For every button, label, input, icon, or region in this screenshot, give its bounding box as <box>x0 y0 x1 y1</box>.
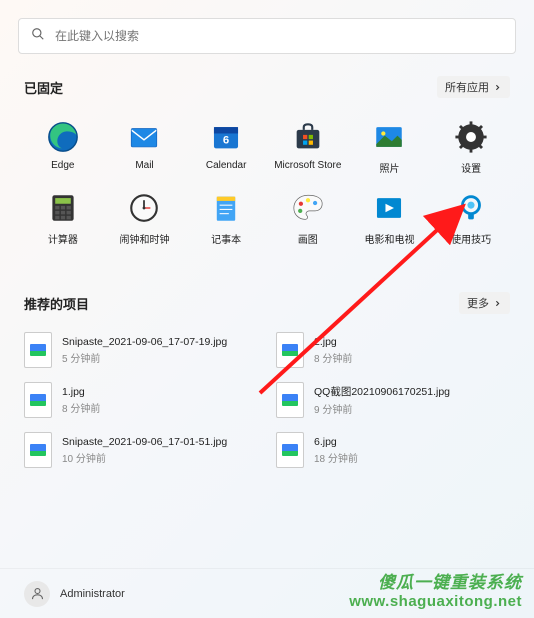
recommended-name: Snipaste_2021-09-06_17-07-19.jpg <box>62 336 227 348</box>
recommended-title: 推荐的项目 <box>24 294 89 313</box>
recommended-name: 6.jpg <box>314 436 358 448</box>
app-photos[interactable]: 照片 <box>351 116 429 179</box>
search-bar[interactable] <box>18 18 516 54</box>
recommended-list: Snipaste_2021-09-06_17-07-19.jpg 5 分钟前 2… <box>24 332 510 468</box>
app-label: Calendar <box>206 160 247 171</box>
recommended-name: Snipaste_2021-09-06_17-01-51.jpg <box>62 436 227 448</box>
gear-icon <box>454 120 488 154</box>
app-tips[interactable]: 使用技巧 <box>432 187 510 250</box>
recommended-time: 18 分钟前 <box>314 450 358 465</box>
app-store[interactable]: Microsoft Store <box>269 116 347 179</box>
recommended-time: 10 分钟前 <box>62 450 227 465</box>
recommended-text: Snipaste_2021-09-06_17-07-19.jpg 5 分钟前 <box>62 336 227 365</box>
recommended-time: 8 分钟前 <box>62 400 100 415</box>
recommended-text: 6.jpg 18 分钟前 <box>314 436 358 465</box>
app-label: Edge <box>51 160 74 171</box>
recommended-item[interactable]: 6.jpg 18 分钟前 <box>276 432 510 468</box>
tips-icon <box>454 191 488 225</box>
footer: Administrator <box>0 568 534 618</box>
app-clock[interactable]: 闹钟和时钟 <box>106 187 184 250</box>
app-label: 使用技巧 <box>451 231 491 246</box>
recommended-text: 2.jpg 8 分钟前 <box>314 336 352 365</box>
recommended-section: 推荐的项目 更多 Snipaste_2021-09-06_17-07-19.jp… <box>0 250 534 468</box>
image-file-icon <box>24 432 52 468</box>
chevron-right-icon <box>493 299 502 308</box>
app-calendar[interactable]: 6 Calendar <box>187 116 265 179</box>
app-movies[interactable]: 电影和电视 <box>351 187 429 250</box>
chevron-right-icon <box>493 83 502 92</box>
recommended-item[interactable]: 2.jpg 8 分钟前 <box>276 332 510 368</box>
photos-icon <box>372 120 406 154</box>
image-file-icon <box>276 432 304 468</box>
pinned-grid: Edge Mail 6 Calendar Microsoft Store 照片 <box>24 116 510 250</box>
recommended-text: 1.jpg 8 分钟前 <box>62 386 100 415</box>
app-mail[interactable]: Mail <box>106 116 184 179</box>
recommended-text: QQ截图20210906170251.jpg 9 分钟前 <box>314 384 450 416</box>
recommended-item[interactable]: QQ截图20210906170251.jpg 9 分钟前 <box>276 382 510 418</box>
recommended-item[interactable]: 1.jpg 8 分钟前 <box>24 382 258 418</box>
pinned-section: 已固定 所有应用 Edge Mail 6 Calendar <box>0 54 534 250</box>
app-label: 计算器 <box>48 231 78 246</box>
recommended-name: 1.jpg <box>62 386 100 398</box>
store-icon <box>291 120 325 154</box>
app-label: Mail <box>135 160 153 171</box>
clock-icon <box>127 191 161 225</box>
search-input[interactable] <box>55 29 503 43</box>
paint-icon <box>291 191 325 225</box>
calculator-icon <box>46 191 80 225</box>
recommended-header: 推荐的项目 更多 <box>24 292 510 314</box>
recommended-name: 2.jpg <box>314 336 352 348</box>
recommended-text: Snipaste_2021-09-06_17-01-51.jpg 10 分钟前 <box>62 436 227 465</box>
app-label: 照片 <box>379 160 399 175</box>
app-label: 画图 <box>298 231 318 246</box>
recommended-time: 5 分钟前 <box>62 350 227 365</box>
all-apps-label: 所有应用 <box>445 79 489 95</box>
avatar <box>24 581 50 607</box>
user-name: Administrator <box>60 588 125 600</box>
more-label: 更多 <box>467 295 489 311</box>
pinned-title: 已固定 <box>24 78 63 97</box>
app-label: 电影和电视 <box>364 231 414 246</box>
app-calculator[interactable]: 计算器 <box>24 187 102 250</box>
movies-icon <box>372 191 406 225</box>
mail-icon <box>127 120 161 154</box>
edge-icon <box>46 120 80 154</box>
all-apps-button[interactable]: 所有应用 <box>437 76 510 98</box>
app-edge[interactable]: Edge <box>24 116 102 179</box>
image-file-icon <box>24 332 52 368</box>
app-label: 闹钟和时钟 <box>119 231 169 246</box>
image-file-icon <box>276 382 304 418</box>
recommended-time: 8 分钟前 <box>314 350 352 365</box>
recommended-time: 9 分钟前 <box>314 401 450 416</box>
svg-text:6: 6 <box>223 134 229 146</box>
calendar-icon: 6 <box>209 120 243 154</box>
app-notepad[interactable]: 记事本 <box>187 187 265 250</box>
app-label: 设置 <box>461 160 481 175</box>
user-account[interactable]: Administrator <box>24 581 125 607</box>
recommended-name: QQ截图20210906170251.jpg <box>314 384 450 399</box>
notepad-icon <box>209 191 243 225</box>
app-label: Microsoft Store <box>274 160 341 171</box>
image-file-icon <box>24 382 52 418</box>
more-button[interactable]: 更多 <box>459 292 510 314</box>
recommended-item[interactable]: Snipaste_2021-09-06_17-01-51.jpg 10 分钟前 <box>24 432 258 468</box>
pinned-header: 已固定 所有应用 <box>24 76 510 98</box>
search-icon <box>31 27 45 46</box>
app-settings[interactable]: 设置 <box>432 116 510 179</box>
recommended-item[interactable]: Snipaste_2021-09-06_17-07-19.jpg 5 分钟前 <box>24 332 258 368</box>
image-file-icon <box>276 332 304 368</box>
app-label: 记事本 <box>211 231 241 246</box>
app-paint[interactable]: 画图 <box>269 187 347 250</box>
